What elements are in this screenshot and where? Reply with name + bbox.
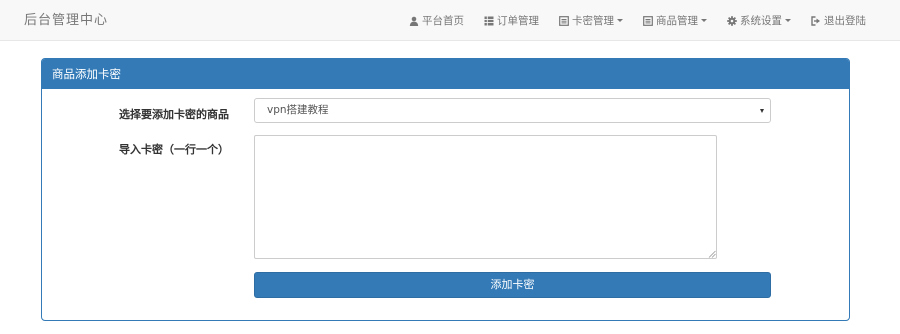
nav-item-cards[interactable]: 卡密管理: [559, 0, 623, 41]
panel-title: 商品添加卡密: [42, 59, 849, 89]
cards-input-label: 导入卡密（一行一个）: [119, 143, 229, 156]
nav-item-label: 退出登陆: [824, 15, 866, 27]
add-cards-panel: 商品添加卡密 选择要添加卡密的商品 vpn搭建教程 导入卡密（一行一个） 添加卡…: [41, 58, 850, 321]
product-select[interactable]: vpn搭建教程: [254, 98, 771, 123]
nav-item-label: 订单管理: [497, 15, 539, 27]
caret-down-icon: [617, 19, 623, 22]
list-icon: [484, 16, 494, 26]
product-select-label: 选择要添加卡密的商品: [119, 108, 229, 121]
nav-links: 平台首页 订单管理 卡密管理 商品管理 系统设置 退出登陆: [409, 0, 866, 41]
top-navbar: 后台管理中心 平台首页 订单管理 卡密管理 商品管理 系统设置 退出登陆: [0, 0, 900, 41]
nav-item-logout[interactable]: 退出登陆: [811, 0, 866, 41]
nav-item-label: 平台首页: [422, 15, 464, 27]
select-arrow-icon: [760, 109, 764, 113]
nav-item-settings[interactable]: 系统设置: [727, 0, 791, 41]
product-select-value: vpn搭建教程: [267, 104, 329, 116]
logout-icon: [811, 15, 821, 26]
nav-item-label: 系统设置: [740, 15, 782, 27]
add-cards-button[interactable]: 添加卡密: [254, 272, 771, 298]
gear-icon: [727, 15, 737, 26]
nav-item-home[interactable]: 平台首页: [409, 0, 464, 41]
user-icon: [409, 16, 419, 26]
cards-textarea[interactable]: [254, 135, 717, 259]
list-alt-icon: [559, 15, 569, 26]
brand-title[interactable]: 后台管理中心: [24, 0, 108, 41]
nav-item-label: 卡密管理: [572, 15, 614, 27]
nav-item-orders[interactable]: 订单管理: [484, 0, 539, 41]
caret-down-icon: [785, 19, 791, 22]
nav-item-label: 商品管理: [656, 15, 698, 27]
list-alt-icon: [643, 15, 653, 26]
caret-down-icon: [701, 19, 707, 22]
nav-item-products[interactable]: 商品管理: [643, 0, 707, 41]
